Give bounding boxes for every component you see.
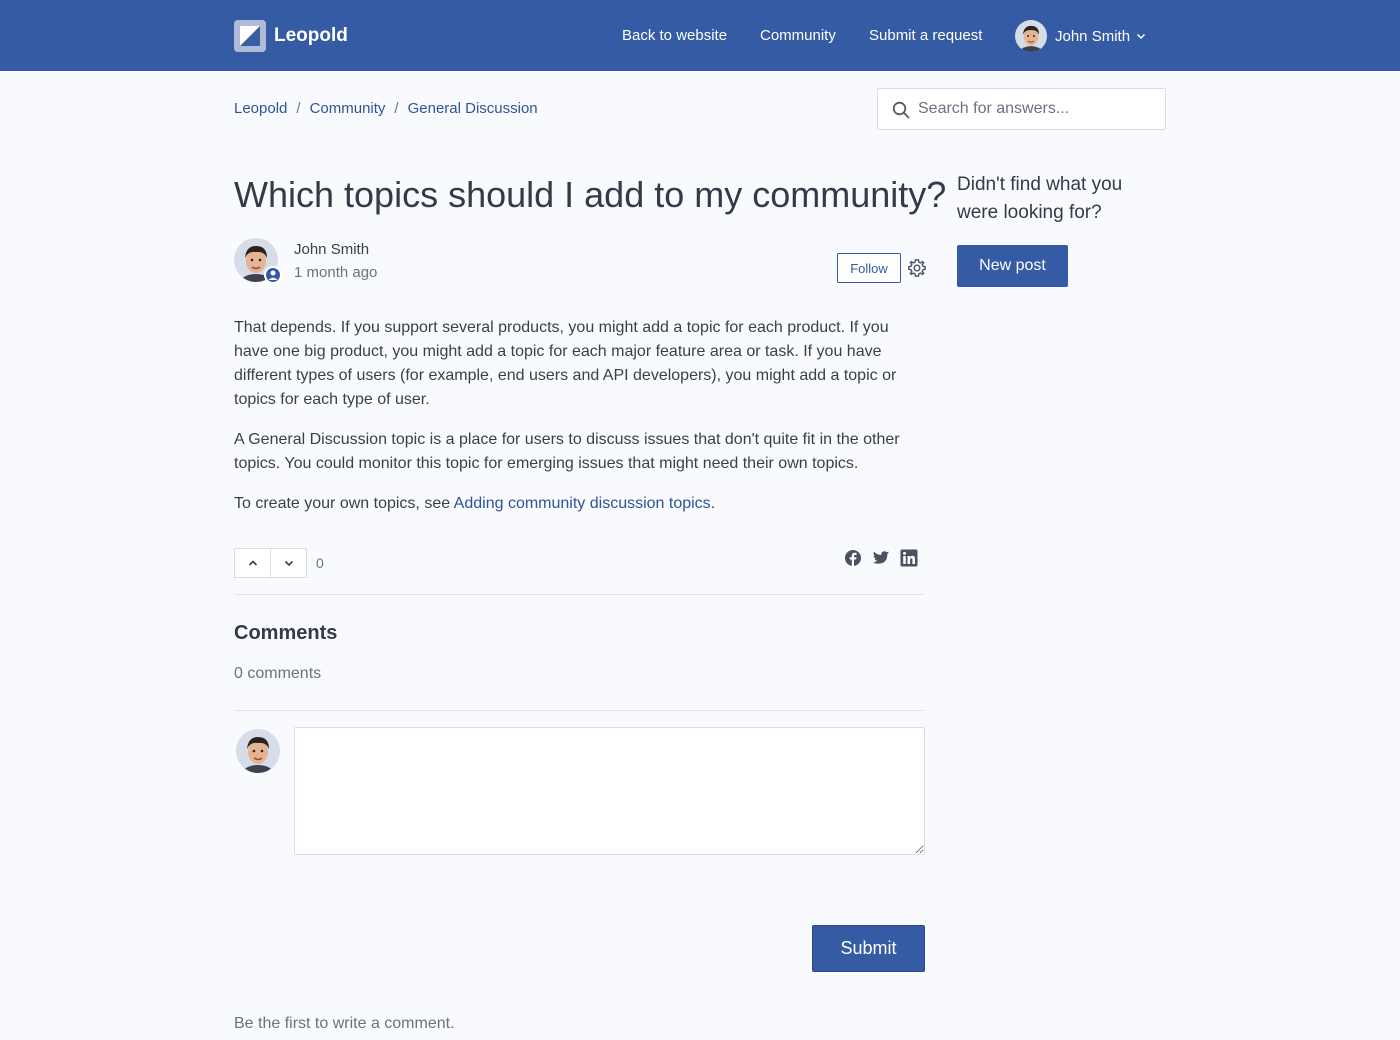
nav-back-to-website[interactable]: Back to website (622, 27, 727, 44)
logo-icon (234, 20, 266, 52)
post-title: Which topics should I add to my communit… (234, 174, 947, 215)
brand-logo[interactable]: Leopold (234, 20, 348, 52)
follow-button[interactable]: Follow (837, 253, 901, 283)
comments-count: 0 comments (234, 665, 322, 682)
breadcrumb-separator: / (394, 100, 399, 117)
comments-title: Comments (234, 622, 338, 644)
section-divider (234, 710, 925, 711)
avatar (1015, 20, 1047, 52)
upvote-button[interactable] (234, 548, 271, 578)
breadcrumb: Leopold / Community / General Discussion (234, 100, 538, 117)
adding-topics-link[interactable]: Adding community discussion topics (454, 495, 711, 512)
breadcrumb-general-discussion[interactable]: General Discussion (408, 100, 538, 117)
user-name: John Smith (1055, 27, 1131, 45)
section-divider (234, 594, 925, 595)
post-paragraph: A General Discussion topic is a place fo… (234, 431, 900, 472)
submit-button[interactable]: Submit (812, 925, 925, 972)
user-role-icon (264, 266, 282, 284)
post-paragraph: To create your own topics, see Adding co… (234, 492, 925, 516)
sidebar-heading: Didn't find what you were looking for? (957, 174, 1123, 223)
post-paragraph: That depends. If you support several pro… (234, 319, 897, 408)
search-box (877, 88, 1166, 130)
user-menu[interactable]: John Smith (1015, 20, 1146, 52)
nav-submit-request[interactable]: Submit a request (869, 27, 982, 44)
twitter-icon[interactable] (872, 549, 890, 567)
breadcrumb-separator: / (296, 100, 301, 117)
breadcrumb-community[interactable]: Community (310, 100, 386, 117)
post-timestamp: 1 month ago (294, 264, 378, 281)
post-body: That depends. If you support several pro… (234, 316, 925, 532)
empty-comments-message: Be the first to write a comment. (234, 1015, 455, 1032)
downvote-button[interactable] (271, 548, 307, 578)
search-icon (892, 101, 910, 119)
chevron-down-icon (1137, 33, 1146, 40)
chevron-down-icon (284, 560, 293, 567)
search-input[interactable] (918, 89, 1158, 129)
breadcrumb-leopold[interactable]: Leopold (234, 100, 287, 117)
vote-count: 0 (316, 555, 324, 571)
nav-community[interactable]: Community (760, 27, 836, 44)
gear-icon[interactable] (907, 258, 927, 278)
link-prefix: To create your own topics, see (234, 495, 454, 512)
chevron-up-icon (248, 560, 257, 566)
author-name[interactable]: John Smith (294, 241, 369, 258)
linkedin-icon[interactable] (900, 549, 918, 567)
link-suffix: . (710, 495, 716, 512)
new-post-button[interactable]: New post (957, 245, 1068, 287)
vote-controls: 0 (234, 548, 324, 578)
facebook-icon[interactable] (844, 549, 862, 567)
brand-name: Leopold (274, 25, 348, 46)
comment-textarea[interactable] (294, 727, 925, 855)
avatar (236, 729, 280, 773)
site-header: Leopold Back to website Community Submit… (0, 0, 1400, 71)
